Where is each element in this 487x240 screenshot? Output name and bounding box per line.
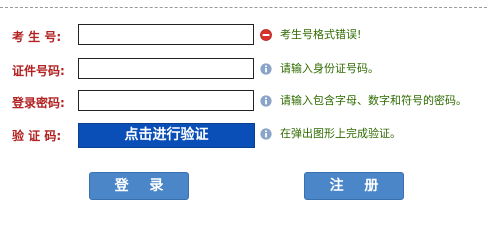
register-button[interactable]: 注 册 [304,172,404,200]
id-number-row: 证件号码: 请输入身份证号码。 [0,58,487,84]
id-number-input[interactable] [78,58,254,79]
exam-number-input[interactable] [78,24,254,45]
verification-label: 验 证 码: [12,129,62,143]
verification-row: 验 证 码: 点击进行验证 在弹出图形上完成验证。 [0,123,487,149]
exam-number-message: 考生号格式错误! [280,28,362,41]
error-circle-icon [260,29,272,41]
id-number-message: 请输入身份证号码。 [280,62,379,75]
info-circle-icon [260,63,272,75]
verification-message: 在弹出图形上完成验证。 [280,127,401,140]
password-input[interactable] [78,90,254,111]
id-number-label: 证件号码: [12,64,65,78]
info-circle-icon [260,128,272,140]
exam-number-label: 考 生 号: [12,30,62,44]
password-label: 登录密码: [12,96,65,110]
login-button[interactable]: 登 录 [89,172,189,200]
password-row: 登录密码: 请输入包含字母、数字和符号的密码。 [0,90,487,116]
top-divider [0,7,487,8]
verify-button[interactable]: 点击进行验证 [78,123,255,148]
password-message: 请输入包含字母、数字和符号的密码。 [280,94,467,107]
info-circle-icon [260,95,272,107]
exam-number-row: 考 生 号: 考生号格式错误! [0,24,487,50]
